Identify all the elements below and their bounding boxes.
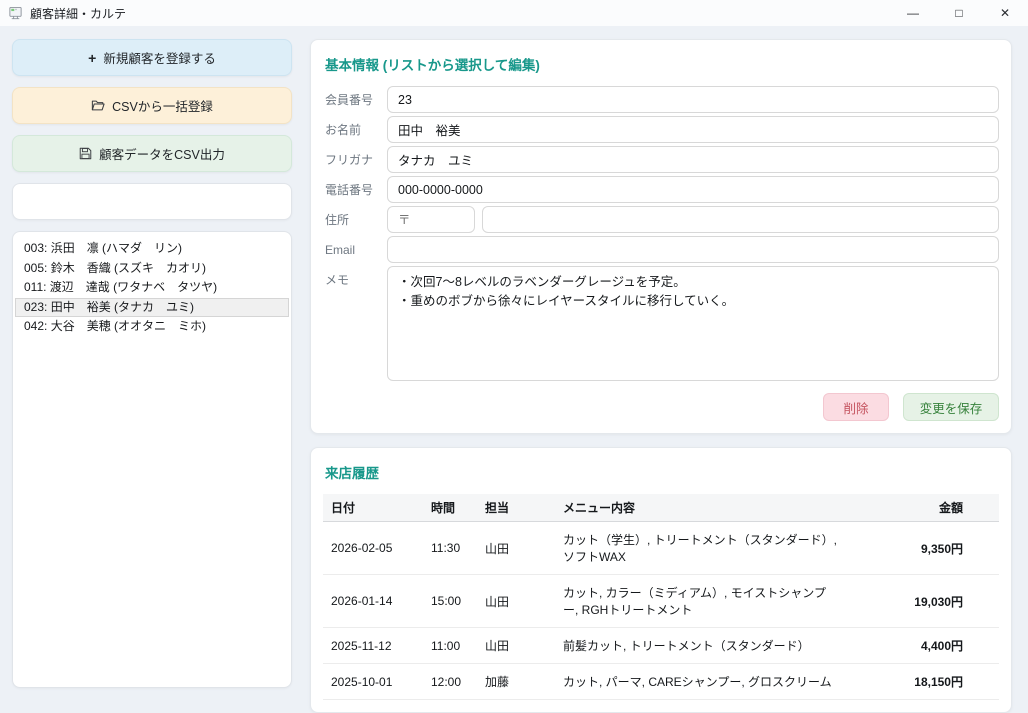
name-input[interactable] xyxy=(387,116,999,143)
csv-export-label: 顧客データをCSV出力 xyxy=(99,144,225,163)
history-staff-cell: 加藤 xyxy=(477,664,555,700)
furigana-input[interactable] xyxy=(387,146,999,173)
col-header-menu: メニュー内容 xyxy=(555,494,849,522)
customer-list: 003: 浜田 凛 (ハマダ リン) 005: 鈴木 香織 (スズキ カオリ) … xyxy=(12,231,292,688)
save-button[interactable]: 変更を保存 xyxy=(903,393,999,421)
visit-history-title: 来店履歴 xyxy=(325,462,999,482)
address-input[interactable] xyxy=(482,206,999,233)
history-row: 2026-02-05 11:30 山田 カット（学生）, トリートメント（スタン… xyxy=(323,522,999,575)
plus-icon: + xyxy=(88,51,96,65)
csv-import-label: CSVから一括登録 xyxy=(112,96,213,115)
folder-open-icon xyxy=(91,99,105,112)
basic-info-form: 会員番号 お名前 フリガナ 電話番号 xyxy=(323,86,999,381)
customer-list-item[interactable]: 005: 鈴木 香織 (スズキ カオリ) xyxy=(15,259,289,279)
visit-history-panel: 来店履歴 日付 時間 担当 メニュー内容 金額 xyxy=(310,447,1012,713)
memo-label: メモ xyxy=(323,266,387,288)
history-amount-cell: 9,350円 xyxy=(849,522,999,575)
furigana-label: フリガナ xyxy=(323,151,387,168)
basic-info-title: 基本情報 (リストから選択して編集) xyxy=(325,54,999,74)
history-date-cell: 2026-01-14 xyxy=(323,575,423,628)
member-no-input[interactable] xyxy=(387,86,999,113)
close-button[interactable]: ✕ xyxy=(982,0,1028,26)
history-row: 2026-01-14 15:00 山田 カット, カラー（ミディアム）, モイス… xyxy=(323,575,999,628)
floppy-disk-icon xyxy=(79,147,92,160)
history-amount-cell: 18,150円 xyxy=(849,664,999,700)
minimize-button[interactable]: — xyxy=(890,0,936,26)
phone-input[interactable] xyxy=(387,176,999,203)
member-no-label: 会員番号 xyxy=(323,91,387,108)
history-row: 2025-11-12 11:00 山田 前髪カット, トリートメント（スタンダー… xyxy=(323,628,999,664)
window-controls: — □ ✕ xyxy=(890,0,1028,26)
history-menu-cell: カット, カラー（ミディアム）, モイストシャンプー, RGHトリートメント xyxy=(555,575,849,628)
app-body: + 新規顧客を登録する CSVから一括登録 xyxy=(0,26,1028,701)
history-staff-cell: 山田 xyxy=(477,575,555,628)
customer-list-item-selected[interactable]: 023: 田中 裕美 (タナカ ユミ) xyxy=(15,298,289,318)
customer-list-item[interactable]: 003: 浜田 凛 (ハマダ リン) xyxy=(15,239,289,259)
csv-export-button[interactable]: 顧客データをCSV出力 xyxy=(12,135,292,172)
name-label: お名前 xyxy=(323,121,387,138)
visit-history-table: 日付 時間 担当 メニュー内容 金額 2026-02-05 11:30 山田 カ xyxy=(323,494,999,700)
history-menu-cell: カット, パーマ, CAREシャンプー, グロスクリーム xyxy=(555,664,849,700)
col-header-time: 時間 xyxy=(423,494,477,522)
email-label: Email xyxy=(323,243,387,257)
customer-search-input[interactable] xyxy=(12,183,292,220)
col-header-staff: 担当 xyxy=(477,494,555,522)
new-customer-button[interactable]: + 新規顧客を登録する xyxy=(12,39,292,76)
history-amount-cell: 4,400円 xyxy=(849,628,999,664)
history-menu-cell: カット（学生）, トリートメント（スタンダード）, ソフトWAX xyxy=(555,522,849,575)
col-header-date: 日付 xyxy=(323,494,423,522)
history-staff-cell: 山田 xyxy=(477,628,555,664)
col-header-amount: 金額 xyxy=(849,494,999,522)
history-time-cell: 11:00 xyxy=(423,628,477,664)
memo-textarea[interactable]: ・次回7～8レベルのラベンダーグレージュを予定。 ・重めのボブから徐々にレイヤー… xyxy=(387,266,999,381)
app-window: 顧客詳細・カルテ — □ ✕ + 新規顧客を登録する CSVから一括登録 xyxy=(0,0,1028,701)
window-title: 顧客詳細・カルテ xyxy=(30,5,126,22)
phone-label: 電話番号 xyxy=(323,181,387,198)
new-customer-label: 新規顧客を登録する xyxy=(103,48,216,67)
history-date-cell: 2026-02-05 xyxy=(323,522,423,575)
form-actions: 削除 変更を保存 xyxy=(323,393,999,421)
history-time-cell: 15:00 xyxy=(423,575,477,628)
csv-import-button[interactable]: CSVから一括登録 xyxy=(12,87,292,124)
email-input[interactable] xyxy=(387,236,999,263)
history-time-cell: 11:30 xyxy=(423,522,477,575)
history-date-cell: 2025-11-12 xyxy=(323,628,423,664)
address-label: 住所 xyxy=(323,211,387,228)
history-row: 2025-10-01 12:00 加藤 カット, パーマ, CAREシャンプー,… xyxy=(323,664,999,700)
main-area: 基本情報 (リストから選択して編集) 会員番号 お名前 フリガナ xyxy=(310,39,1012,688)
history-header-row: 日付 時間 担当 メニュー内容 金額 xyxy=(323,494,999,522)
delete-button[interactable]: 削除 xyxy=(823,393,889,421)
maximize-button[interactable]: □ xyxy=(936,0,982,26)
history-amount-cell: 19,030円 xyxy=(849,575,999,628)
app-icon xyxy=(8,6,23,21)
titlebar: 顧客詳細・カルテ — □ ✕ xyxy=(0,0,1028,26)
history-staff-cell: 山田 xyxy=(477,522,555,575)
customer-list-item[interactable]: 042: 大谷 美穂 (オオタニ ミホ) xyxy=(15,317,289,337)
customer-list-item[interactable]: 011: 渡辺 達哉 (ワタナベ タツヤ) xyxy=(15,278,289,298)
history-date-cell: 2025-10-01 xyxy=(323,664,423,700)
history-time-cell: 12:00 xyxy=(423,664,477,700)
history-menu-cell: 前髪カット, トリートメント（スタンダード） xyxy=(555,628,849,664)
postal-code-input[interactable] xyxy=(387,206,475,233)
basic-info-panel: 基本情報 (リストから選択して編集) 会員番号 お名前 フリガナ xyxy=(310,39,1012,434)
sidebar: + 新規顧客を登録する CSVから一括登録 xyxy=(12,39,292,688)
